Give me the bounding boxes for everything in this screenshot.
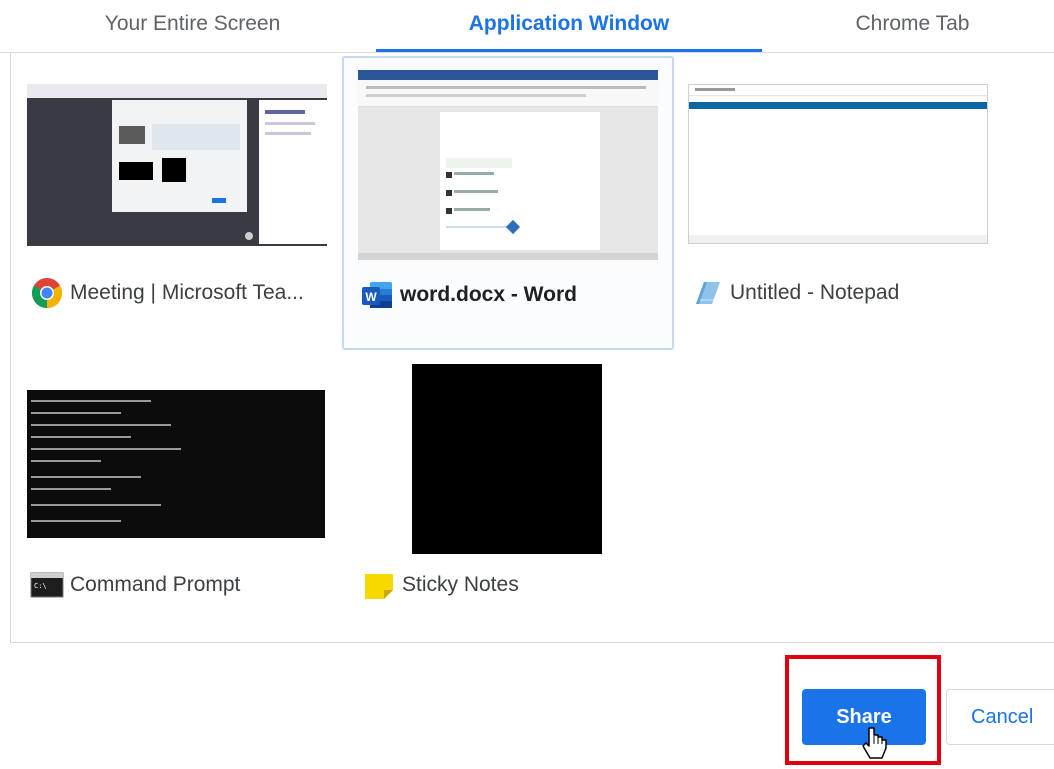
window-title: Sticky Notes [402, 573, 519, 596]
window-thumbnail [27, 378, 325, 538]
tab-entire-screen[interactable]: Your Entire Screen [60, 0, 325, 50]
window-caption: W word.docx - Word [360, 278, 577, 312]
window-item-teams-meeting[interactable]: Meeting | Microsoft Tea... [18, 62, 338, 342]
window-thumbnail [688, 84, 988, 244]
tab-application-window[interactable]: Application Window [376, 0, 762, 52]
window-thumbnail [358, 70, 658, 260]
chrome-icon [30, 276, 64, 310]
pointer-cursor-icon [862, 727, 887, 759]
svg-text:W: W [365, 290, 377, 304]
word-icon: W [360, 278, 394, 312]
window-item-sticky-notes[interactable]: Sticky Notes [356, 356, 676, 626]
window-title: Command Prompt [70, 573, 241, 596]
cancel-button[interactable]: Cancel [946, 689, 1054, 745]
window-thumbnail [27, 84, 327, 246]
window-caption: Untitled - Notepad [690, 276, 899, 310]
window-title: Untitled - Notepad [730, 281, 900, 304]
window-item-word[interactable]: W word.docx - Word [342, 56, 674, 350]
window-thumbnail [412, 364, 602, 554]
window-caption: C:\ Command Prompt [30, 568, 240, 602]
command-prompt-icon: C:\ [30, 568, 64, 602]
svg-text:C:\: C:\ [34, 582, 47, 590]
window-item-command-prompt[interactable]: C:\ Command Prompt [18, 356, 338, 626]
window-title: word.docx - Word [400, 283, 577, 306]
window-caption: Meeting | Microsoft Tea... [30, 276, 304, 310]
sticky-notes-icon [362, 568, 396, 602]
window-item-notepad[interactable]: Untitled - Notepad [680, 62, 1000, 342]
window-caption: Sticky Notes [362, 568, 519, 602]
notepad-icon [690, 276, 724, 310]
tab-chrome-tab[interactable]: Chrome Tab [800, 0, 1025, 50]
source-tabs: Your Entire Screen Application Window Ch… [0, 0, 1054, 53]
window-title: Meeting | Microsoft Tea... [70, 281, 304, 304]
